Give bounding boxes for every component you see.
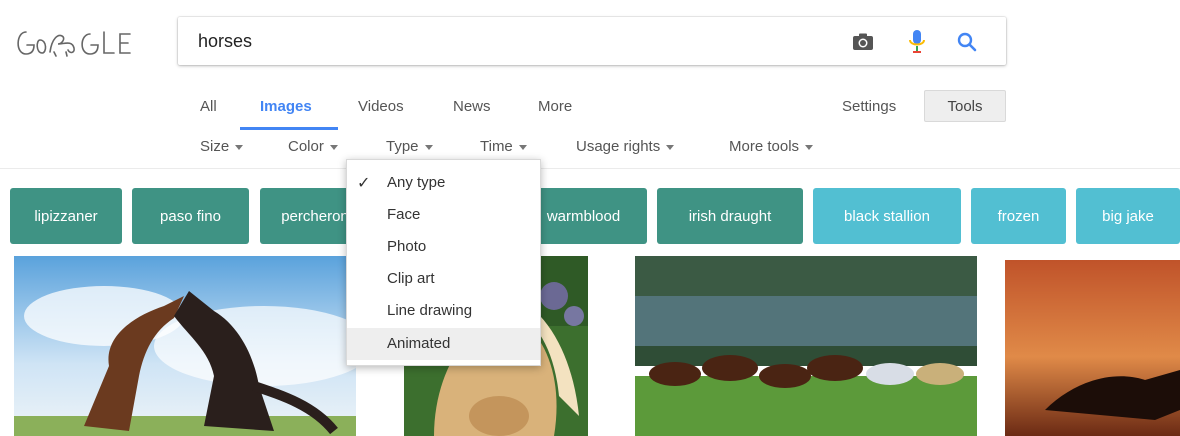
caret-down-icon (235, 145, 244, 150)
filter-label: Usage rights (576, 138, 661, 155)
caret-down-icon (666, 145, 675, 150)
tab-images[interactable]: Images (260, 98, 312, 115)
type-option-label: Face (387, 206, 421, 223)
doodle-logo-icon (17, 31, 131, 57)
filter-more-tools[interactable]: More tools (729, 138, 814, 155)
search-icon[interactable] (954, 29, 980, 55)
type-option-animated[interactable]: Animated (347, 328, 540, 360)
filter-time[interactable]: Time (480, 138, 527, 155)
type-option-label: Photo (387, 238, 427, 255)
caret-down-icon (518, 145, 527, 150)
search-box[interactable]: horses (178, 17, 1006, 65)
type-option-label: Clip art (387, 270, 435, 287)
search-input[interactable]: horses (198, 31, 252, 52)
type-option-any-type[interactable]: ✓ Any type (347, 167, 540, 199)
camera-icon[interactable] (850, 29, 876, 55)
image-result-sunset-horse[interactable] (1005, 260, 1180, 436)
filter-size[interactable]: Size (200, 138, 244, 155)
chip-black-stallion[interactable]: black stallion (813, 188, 961, 244)
tab-all[interactable]: All (200, 98, 217, 115)
tab-news[interactable]: News (453, 98, 491, 115)
chip-irish-draught[interactable]: irish draught (657, 188, 803, 244)
caret-down-icon (424, 145, 433, 150)
caret-down-icon (805, 145, 814, 150)
filter-type[interactable]: Type (386, 138, 433, 155)
microphone-icon[interactable] (904, 29, 930, 55)
filter-label: Type (386, 138, 419, 155)
tab-more[interactable]: More (538, 98, 572, 115)
type-option-photo[interactable]: Photo (347, 231, 540, 263)
caret-down-icon (329, 145, 338, 150)
type-option-label: Any type (387, 174, 446, 191)
image-result-running-herd[interactable] (635, 256, 977, 436)
type-option-line-drawing[interactable]: Line drawing (347, 295, 540, 327)
filter-label: Size (200, 138, 230, 155)
type-dropdown-menu: ✓ Any type Face Photo Clip art Line draw… (346, 159, 541, 366)
filter-label: Time (480, 138, 513, 155)
image-result-rearing-horses[interactable] (14, 256, 356, 436)
check-icon: ✓ (357, 175, 371, 192)
type-option-face[interactable]: Face (347, 199, 540, 231)
filter-color[interactable]: Color (288, 138, 338, 155)
filter-usage-rights[interactable]: Usage rights (576, 138, 675, 155)
chip-frozen[interactable]: frozen (971, 188, 1066, 244)
chip-big-jake[interactable]: big jake (1076, 188, 1180, 244)
chip-lipizzaner[interactable]: lipizzaner (10, 188, 122, 244)
type-option-label: Animated (387, 335, 451, 352)
active-tab-indicator (240, 127, 338, 130)
google-logo[interactable] (12, 26, 142, 62)
tab-videos[interactable]: Videos (358, 98, 404, 115)
chip-paso-fino[interactable]: paso fino (132, 188, 249, 244)
filter-label: Color (288, 138, 324, 155)
settings-link[interactable]: Settings (842, 98, 896, 115)
filter-label: More tools (729, 138, 800, 155)
toolbar-divider (0, 168, 1180, 169)
tools-button[interactable]: Tools (924, 90, 1006, 122)
type-option-clip-art[interactable]: Clip art (347, 263, 540, 295)
type-option-label: Line drawing (387, 302, 473, 319)
